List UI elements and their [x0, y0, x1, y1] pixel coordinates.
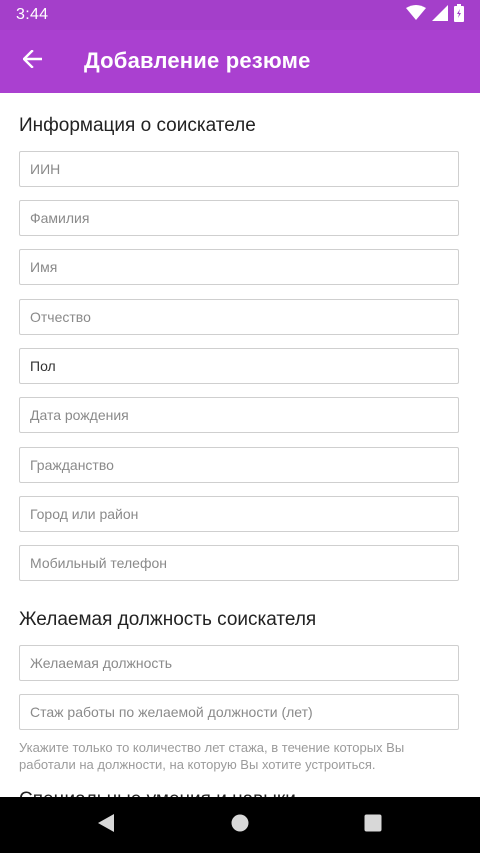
status-time: 3:44 — [16, 6, 49, 23]
patronymic-field[interactable] — [19, 299, 459, 335]
surname-field[interactable] — [19, 200, 459, 236]
form-scroll-area[interactable]: Информация о соискателе Пол Желаемая дол… — [0, 93, 480, 797]
birth-date-field[interactable] — [19, 397, 459, 433]
app-bar: Добавление резюме — [0, 30, 480, 93]
page-title: Добавление резюме — [84, 48, 311, 73]
gender-select[interactable]: Пол — [19, 348, 459, 384]
wifi-icon — [406, 4, 426, 26]
back-button[interactable] — [16, 44, 50, 78]
section-title-desired-position: Желаемая должность соискателя — [19, 609, 317, 630]
mobile-phone-field[interactable] — [19, 545, 459, 581]
mobile-phone-input[interactable] — [20, 546, 458, 580]
iin-input[interactable] — [20, 152, 458, 186]
nav-home-button[interactable] — [228, 813, 252, 837]
citizenship-field[interactable] — [19, 447, 459, 483]
desired-position-input[interactable] — [20, 646, 458, 680]
nav-back-button[interactable] — [94, 813, 118, 837]
section-title-applicant-info: Информация о соискателе — [19, 115, 256, 136]
city-input[interactable] — [20, 497, 458, 531]
navigation-bar — [0, 797, 480, 853]
iin-field[interactable] — [19, 151, 459, 187]
signal-icon — [432, 4, 448, 26]
surname-input[interactable] — [20, 201, 458, 235]
gender-select-value: Пол — [30, 358, 56, 374]
triangle-back-icon — [97, 813, 115, 838]
experience-hint: Укажите только то количество лет стажа, … — [19, 740, 405, 772]
status-bar: 3:44 — [0, 0, 480, 30]
city-field[interactable] — [19, 496, 459, 532]
status-icons — [406, 3, 464, 27]
square-recents-icon — [364, 814, 382, 837]
name-input[interactable] — [20, 250, 458, 284]
arrow-left-icon — [22, 48, 43, 73]
name-field[interactable] — [19, 249, 459, 285]
citizenship-input[interactable] — [20, 448, 458, 482]
experience-input[interactable] — [20, 695, 458, 729]
patronymic-input[interactable] — [20, 300, 458, 334]
section-title-skills: Специальные умения и навыки — [19, 789, 296, 797]
desired-position-field[interactable] — [19, 645, 459, 681]
circle-home-icon — [231, 814, 249, 837]
battery-icon — [454, 3, 464, 27]
experience-field[interactable] — [19, 694, 459, 730]
nav-recents-button[interactable] — [361, 813, 385, 837]
birth-date-input[interactable] — [20, 398, 458, 432]
